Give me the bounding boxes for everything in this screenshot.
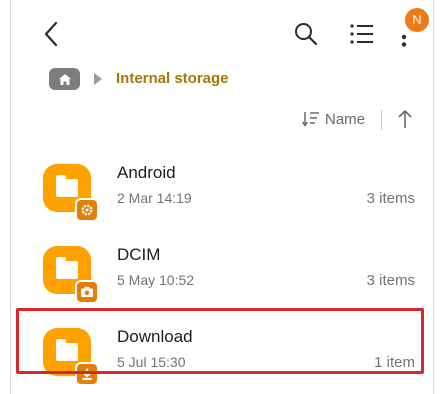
arrow-up-icon (398, 110, 412, 128)
breadcrumb-current[interactable]: Internal storage (116, 70, 229, 87)
notification-badge: N (405, 8, 429, 32)
back-button[interactable] (41, 20, 63, 48)
search-button[interactable] (293, 21, 319, 47)
folder-date: 5 May 10:52 (117, 272, 195, 288)
folder-row-android[interactable]: Android 2 Mar 14:19 3 items (11, 146, 435, 228)
download-arrow-icon (75, 362, 99, 386)
view-mode-button[interactable] (349, 22, 375, 46)
folder-item-count: 3 items (366, 190, 415, 207)
sort-button[interactable] (302, 110, 320, 128)
folder-item-count: 1 item (374, 354, 415, 371)
folder-name: Download (117, 327, 193, 346)
folder-row-dcim[interactable]: DCIM 5 May 10:52 3 items (11, 228, 435, 310)
sort-lines-icon (302, 112, 319, 127)
file-manager-screen: N Internal storage Name Android 2 Mar 14… (10, 0, 434, 394)
settings-gear-icon (75, 198, 99, 222)
breadcrumb-separator (93, 72, 103, 86)
folder-date: 2 Mar 14:19 (117, 190, 192, 206)
search-icon (295, 23, 318, 46)
sort-divider (381, 110, 382, 130)
home-button[interactable] (49, 68, 80, 90)
list-view-icon (350, 24, 373, 44)
sort-direction-button[interactable] (397, 108, 413, 130)
camera-icon (75, 280, 99, 304)
folder-name: DCIM (117, 245, 161, 264)
chevron-left-icon (44, 21, 58, 47)
folder-row-download[interactable]: Download 5 Jul 15:30 1 item (11, 310, 435, 392)
folder-name: Android (117, 163, 176, 182)
folder-item-count: 3 items (366, 272, 415, 289)
folder-date: 5 Jul 15:30 (117, 354, 186, 370)
caret-right-icon (94, 73, 102, 85)
home-icon (58, 73, 71, 85)
sort-field-label[interactable]: Name (325, 111, 365, 128)
